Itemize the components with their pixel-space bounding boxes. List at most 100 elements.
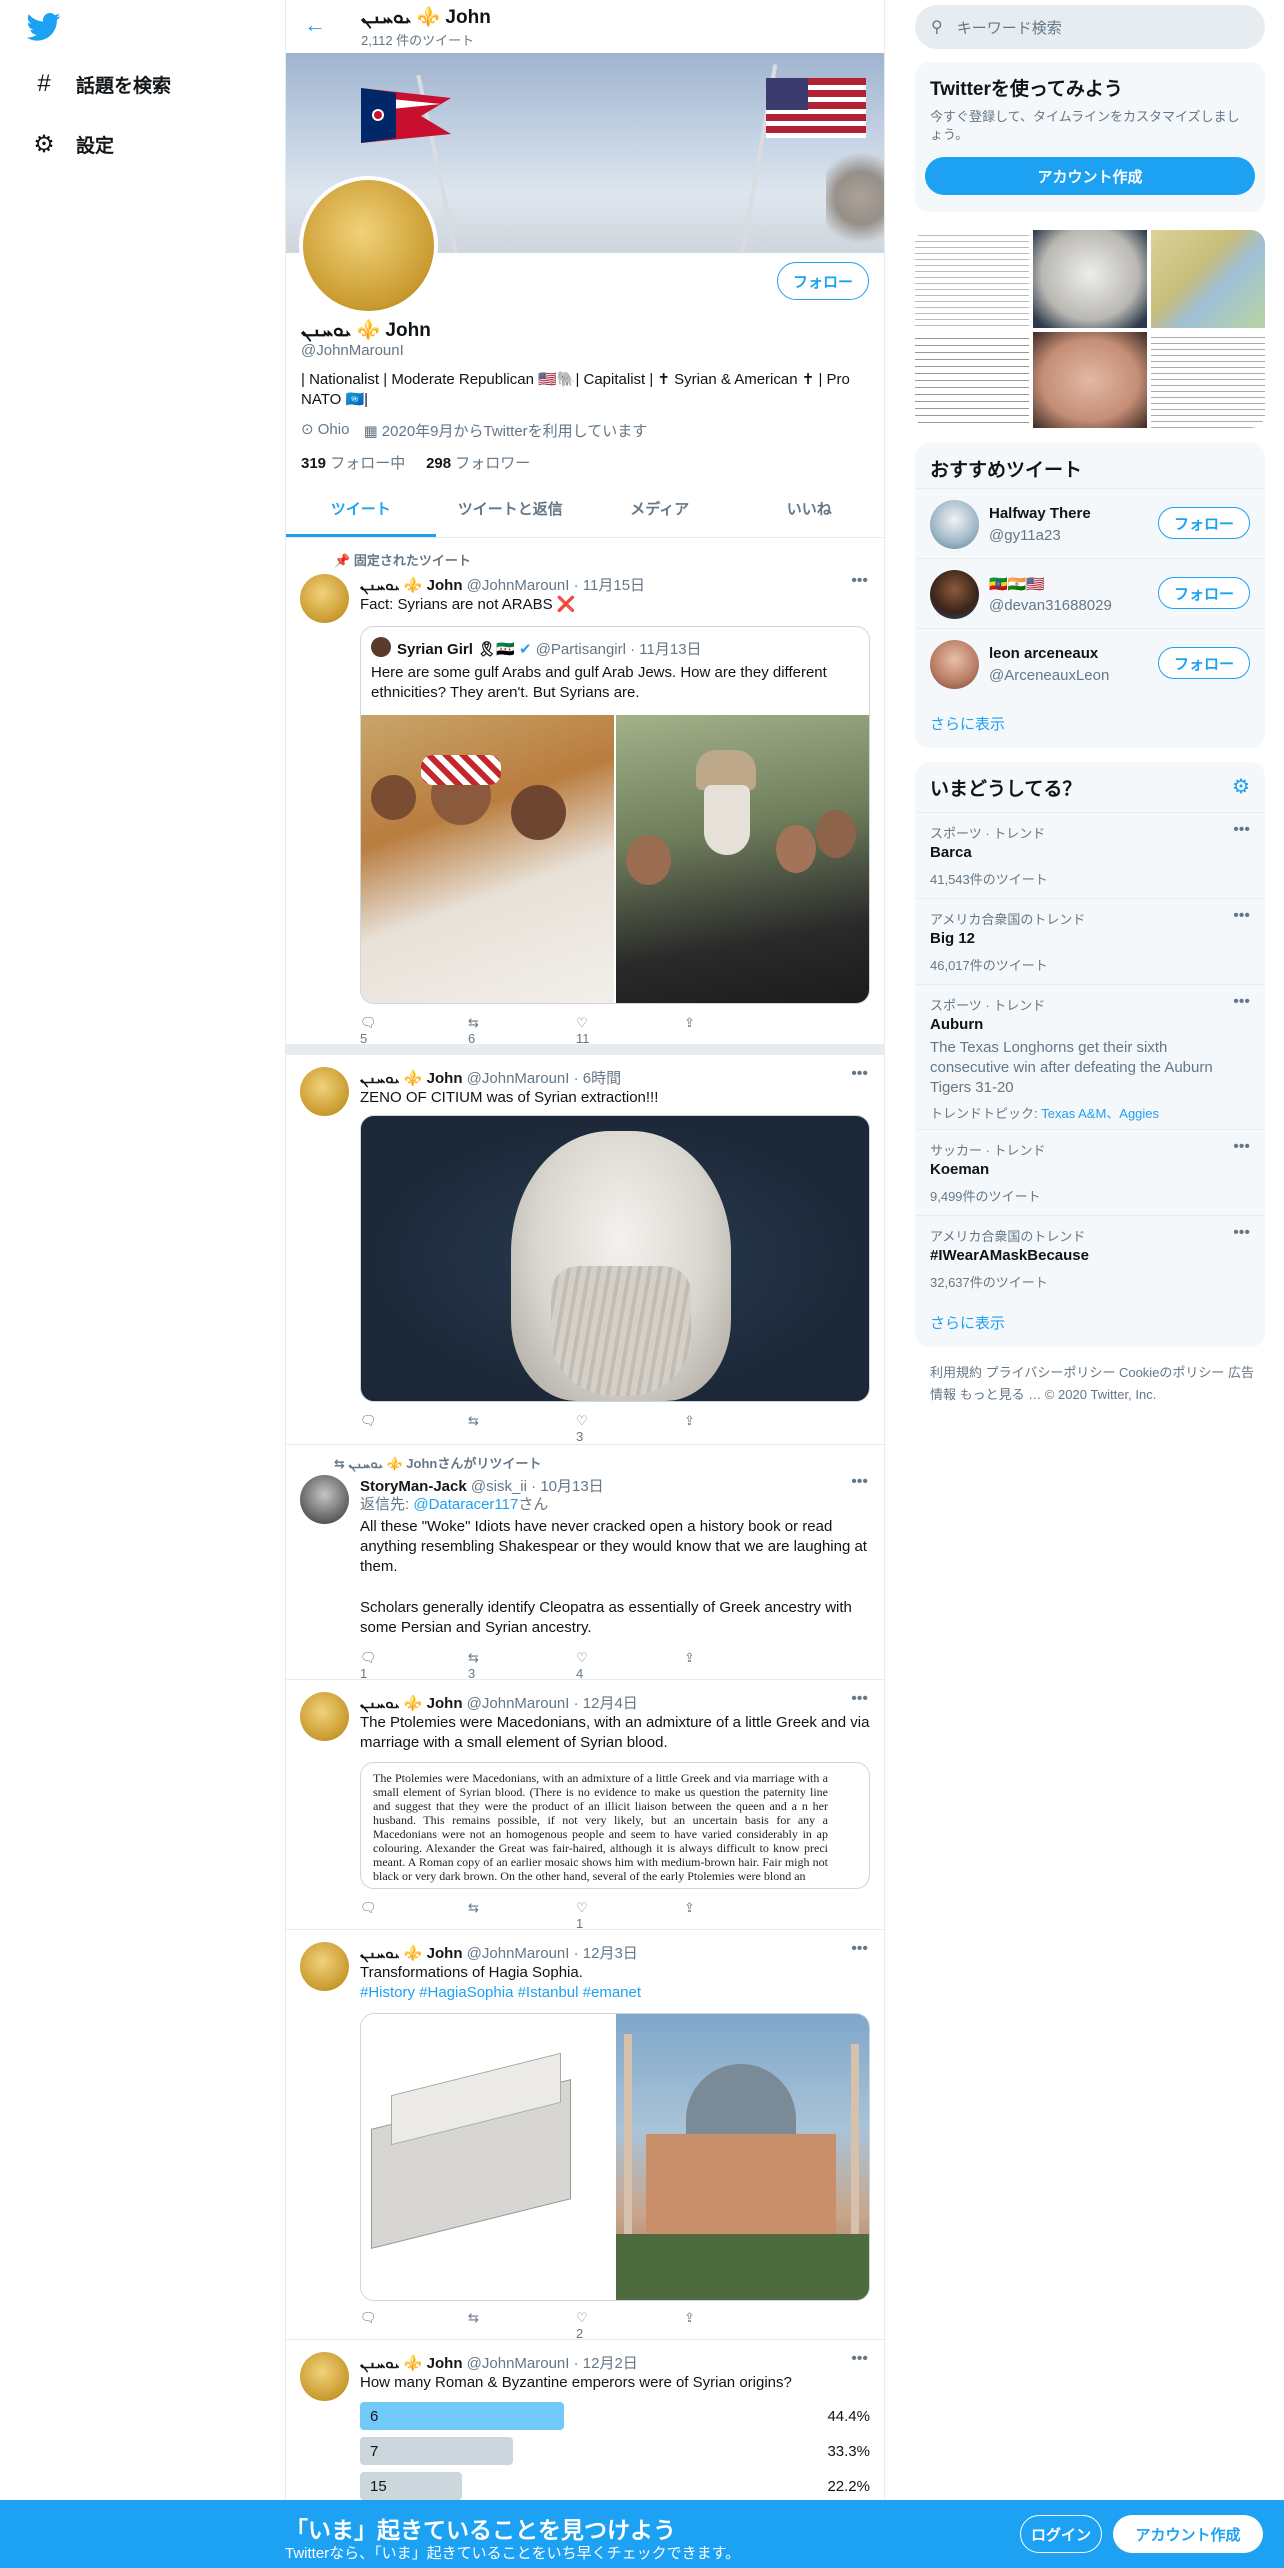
tweet-retweet[interactable]: ⇆ ܝܘܚܢܢ ⚜️ Johnさんがリツイート StoryMan-Jack @s… (286, 1445, 884, 1681)
more-options-icon[interactable]: ••• (851, 2350, 868, 2368)
reply-button[interactable]: 🗨 1 (360, 1650, 468, 1681)
reply-button[interactable]: 🗨 (360, 1413, 468, 1444)
reply-button[interactable]: 🗨 (360, 2310, 468, 2341)
share-button[interactable]: ⇪ (684, 1413, 792, 1444)
tweet-avatar[interactable] (300, 574, 349, 623)
retweet-button[interactable]: ⇆ (468, 2310, 576, 2341)
trend-item[interactable]: アメリカ合衆国のトレンド Big 12 46,017件のツイート ••• (915, 898, 1265, 984)
tweet-time[interactable]: 12月3日 (583, 1945, 638, 1962)
tweet-avatar[interactable] (300, 1692, 349, 1741)
share-button[interactable]: ⇪ (684, 1650, 792, 1681)
tweet-author-name[interactable]: StoryMan-Jack (360, 1478, 467, 1495)
tab-tweets-replies[interactable]: ツイートと返信 (436, 485, 586, 537)
who-follow-button[interactable]: フォロー (1158, 577, 1250, 609)
trend-more-icon[interactable]: ••• (1233, 993, 1250, 1011)
tweet[interactable]: ܝܘܚܢܢ ⚜️ John @JohnMarounI · 12月3日 ••• T… (286, 1930, 884, 2341)
retweet-button[interactable]: ⇆ 3 (468, 1650, 576, 1681)
trend-item[interactable]: スポーツ · トレンド Barca 41,543件のツイート ••• (915, 812, 1265, 898)
trend-more-icon[interactable]: ••• (1233, 1224, 1250, 1242)
trend-item[interactable]: サッカー · トレンド Koeman 9,499件のツイート ••• (915, 1129, 1265, 1215)
who-to-follow-item[interactable]: 🇪🇹🇮🇳🇺🇸 @devan31688029 フォロー (915, 558, 1265, 628)
tweet-avatar[interactable] (300, 1942, 349, 1991)
who-name[interactable]: Halfway There (989, 505, 1091, 522)
tweet-time[interactable]: 6時間 (583, 1070, 621, 1087)
retweet-button[interactable]: ⇆ (468, 1900, 576, 1931)
media-thumb[interactable] (1033, 332, 1147, 428)
quoted-image-syrians[interactable] (616, 715, 869, 1003)
tab-likes[interactable]: いいね (735, 485, 885, 537)
tweet[interactable]: ܝܘܚܢܢ ⚜️ John @JohnMarounI · 12月4日 ••• T… (286, 1680, 884, 1931)
trends-settings-gear-icon[interactable]: ⚙ (1232, 774, 1250, 799)
retweet-button[interactable]: ⇆ (468, 1413, 576, 1444)
create-account-button[interactable]: アカウント作成 (925, 157, 1255, 195)
nav-settings[interactable]: ⚙ 設定 (30, 130, 114, 159)
more-options-icon[interactable]: ••• (851, 572, 868, 590)
followers-link[interactable]: 298 フォロワー (426, 455, 530, 472)
tweet-avatar[interactable] (300, 1067, 349, 1116)
more-options-icon[interactable]: ••• (851, 1065, 868, 1083)
search-input[interactable]: キーワード検索 (957, 17, 1062, 38)
tweet-time[interactable]: 12月2日 (583, 2355, 638, 2372)
tweet-poll[interactable]: ܝܘܚܢܢ ⚜️ John @JohnMarounI · 12月2日 ••• H… (286, 2340, 884, 2500)
more-options-icon[interactable]: ••• (851, 1690, 868, 1708)
signup-button[interactable]: アカウント作成 (1113, 2515, 1263, 2553)
tab-tweets[interactable]: ツイート (286, 485, 436, 537)
retweet-button[interactable]: ⇆ 6 (468, 1015, 576, 1046)
like-button[interactable]: ♡ 2 (576, 2310, 684, 2341)
quoted-tweet[interactable]: Syrian Girl 🎗🇸🇾 ✔ @Partisangirl · 11月13日… (360, 626, 870, 1004)
tweet-avatar[interactable] (300, 1475, 349, 1524)
twitter-logo-icon[interactable] (27, 12, 61, 42)
profile-avatar[interactable] (299, 176, 438, 315)
tweet-time[interactable]: 12月4日 (583, 1695, 638, 1712)
who-name[interactable]: leon arceneaux (989, 645, 1098, 662)
tweet-avatar[interactable] (300, 2352, 349, 2401)
who-name[interactable]: 🇪🇹🇮🇳🇺🇸 (989, 575, 1045, 593)
like-button[interactable]: ♡ 4 (576, 1650, 684, 1681)
reply-button[interactable]: 🗨 5 (360, 1015, 468, 1046)
trend-more-icon[interactable]: ••• (1233, 821, 1250, 839)
trend-item[interactable]: アメリカ合衆国のトレンド #IWearAMaskBecause 32,637件の… (915, 1215, 1265, 1301)
tweet-author-name[interactable]: ܝܘܚܢܢ ⚜️ John (360, 577, 462, 594)
who-follow-button[interactable]: フォロー (1158, 647, 1250, 679)
tweet-image-zeno-bust[interactable] (360, 1115, 870, 1402)
tweet-image-document[interactable]: The Ptolemies were Macedonians, with an … (360, 1762, 870, 1889)
like-button[interactable]: ♡ 11 (576, 1015, 684, 1046)
trend-topics-links[interactable]: Texas A&M、Aggies (1041, 1106, 1159, 1121)
quoted-image-gulf-arabs[interactable] (361, 715, 614, 1003)
tweet-author-name[interactable]: ܝܘܚܢܢ ⚜️ John (360, 1945, 462, 1962)
who-follow-button[interactable]: フォロー (1158, 507, 1250, 539)
like-button[interactable]: ♡ 3 (576, 1413, 684, 1444)
tweet-time[interactable]: 10月13日 (540, 1478, 603, 1495)
tab-media[interactable]: メディア (585, 485, 735, 537)
trend-more-icon[interactable]: ••• (1233, 907, 1250, 925)
trend-more-icon[interactable]: ••• (1233, 1138, 1250, 1156)
who-avatar[interactable] (930, 570, 979, 619)
reply-button[interactable]: 🗨 (360, 1900, 468, 1931)
more-options-icon[interactable]: ••• (851, 1940, 868, 1958)
footer-links[interactable]: 利用規約 プライバシーポリシー Cookieのポリシー 広告情報 もっと見る …… (930, 1362, 1260, 1406)
who-show-more-link[interactable]: さらに表示 (930, 713, 1005, 734)
who-to-follow-item[interactable]: leon arceneaux @ArceneauxLeon フォロー (915, 628, 1265, 698)
who-to-follow-item[interactable]: Halfway There @gy11a23 フォロー (915, 488, 1265, 558)
share-button[interactable]: ⇪ (684, 1015, 792, 1046)
media-thumb[interactable] (1033, 230, 1147, 328)
tweet-author-name[interactable]: ܝܘܚܢܢ ⚜️ John (360, 1070, 462, 1087)
tweet[interactable]: ܝܘܚܢܢ ⚜️ John @JohnMarounI · 6時間 ••• ZEN… (286, 1055, 884, 1445)
media-thumb[interactable] (1151, 332, 1265, 428)
tweet-author-name[interactable]: ܝܘܚܢܢ ⚜️ John (360, 1695, 462, 1712)
tweet-image-hagia-sophia[interactable] (616, 2014, 869, 2300)
share-button[interactable]: ⇪ (684, 2310, 792, 2341)
who-avatar[interactable] (930, 500, 979, 549)
tweet-author-name[interactable]: ܝܘܚܢܢ ⚜️ John (360, 2355, 462, 2372)
reply-to-link[interactable]: @Dataracer117 (413, 1496, 518, 1513)
tweet-pinned[interactable]: 📌 固定されたツイート ܝܘܚܢܢ ⚜️ John @JohnMarounI ·… (286, 538, 884, 1046)
following-link[interactable]: 319 フォロー中 (301, 455, 405, 472)
nav-explore[interactable]: # 話題を検索 (30, 70, 171, 98)
tweet-time[interactable]: 11月15日 (583, 577, 645, 594)
media-thumb[interactable] (915, 230, 1029, 328)
media-thumb[interactable] (1151, 230, 1265, 328)
tweet-image-basilica-model[interactable] (361, 2014, 614, 2300)
media-thumb[interactable] (915, 332, 1029, 428)
login-button[interactable]: ログイン (1020, 2515, 1102, 2553)
follow-button[interactable]: フォロー (777, 262, 869, 300)
